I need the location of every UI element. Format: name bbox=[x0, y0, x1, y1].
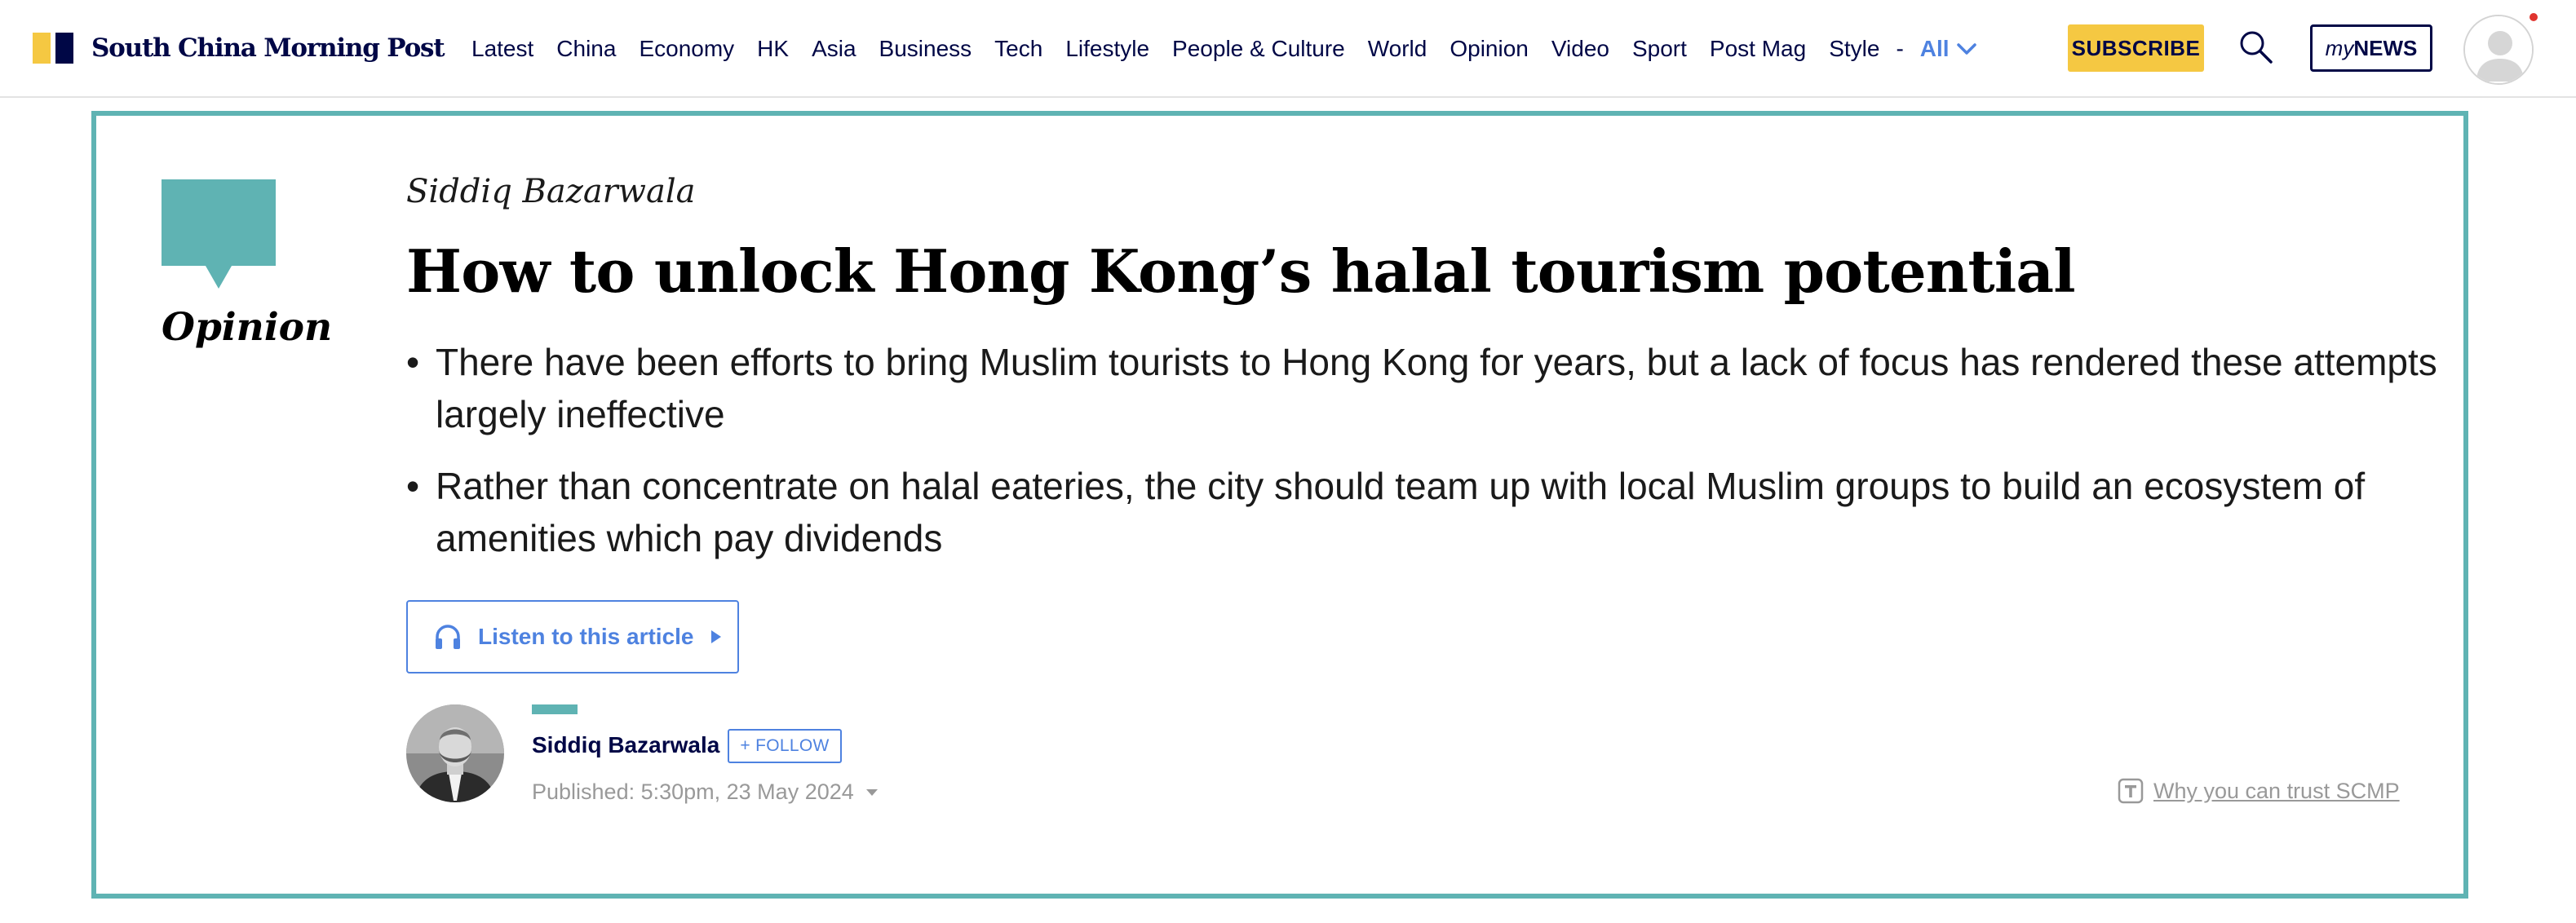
profile-button[interactable] bbox=[2463, 15, 2534, 85]
article-headline: How to unlock Hong Kong’s halal tourism … bbox=[406, 236, 2076, 306]
article-summary: • There have been efforts to bring Musli… bbox=[406, 336, 2478, 584]
nav-item-business[interactable]: Business bbox=[879, 36, 972, 62]
article-header-card: Opinion Siddiq Bazarwala How to unlock H… bbox=[91, 111, 2468, 899]
nav-item-opinion[interactable]: Opinion bbox=[1450, 36, 1529, 62]
summary-bullet: • Rather than concentrate on halal eater… bbox=[406, 460, 2478, 564]
logo-mark-icon bbox=[33, 33, 73, 64]
summary-bullet: • There have been efforts to bring Musli… bbox=[406, 336, 2478, 440]
nav-item-asia[interactable]: Asia bbox=[812, 36, 856, 62]
published-date[interactable]: Published: 5:30pm, 23 May 2024 bbox=[532, 779, 879, 805]
listen-button[interactable]: Listen to this article bbox=[406, 600, 739, 673]
speech-bubble-icon bbox=[162, 179, 276, 289]
nav-item-world[interactable]: World bbox=[1368, 36, 1427, 62]
nav-item-economy[interactable]: Economy bbox=[639, 36, 734, 62]
summary-text: There have been efforts to bring Muslim … bbox=[436, 341, 2437, 435]
trust-label: Why you can trust SCMP bbox=[2153, 778, 2400, 803]
author-avatar[interactable] bbox=[406, 704, 504, 802]
nav-item-video[interactable]: Video bbox=[1551, 36, 1609, 62]
published-label: Published: 5:30pm, 23 May 2024 bbox=[532, 779, 854, 804]
subscribe-button[interactable]: SUBSCRIBE bbox=[2068, 24, 2204, 72]
user-avatar-icon bbox=[2465, 16, 2532, 83]
nav-item-people-culture[interactable]: People & Culture bbox=[1172, 36, 1345, 62]
nav-separator: - bbox=[1896, 36, 1904, 61]
nav-item-style[interactable]: Style bbox=[1829, 36, 1879, 62]
scmp-logo[interactable]: South China Morning Post bbox=[33, 33, 445, 64]
nav-item-post-mag[interactable]: Post Mag bbox=[1710, 36, 1806, 62]
summary-text: Rather than concentrate on halal eaterie… bbox=[436, 465, 2366, 559]
mynews-news-label: NEWS bbox=[2353, 35, 2418, 60]
section-label[interactable]: Opinion bbox=[162, 305, 332, 350]
play-icon bbox=[710, 630, 721, 643]
headphones-icon bbox=[436, 625, 460, 649]
nav-item-china[interactable]: China bbox=[556, 36, 616, 62]
author-byline[interactable]: Siddiq Bazarwala bbox=[406, 173, 696, 210]
nav-item-latest[interactable]: Latest bbox=[471, 36, 533, 62]
main-nav: Latest China Economy HK Asia Business Te… bbox=[471, 33, 1977, 65]
bullet-marker: • bbox=[406, 341, 420, 383]
search-button[interactable] bbox=[2237, 28, 2276, 67]
bullet-marker: • bbox=[406, 465, 420, 507]
notification-dot bbox=[2530, 13, 2538, 21]
nav-all-label: All bbox=[1919, 36, 1950, 61]
nav-item-hk[interactable]: HK bbox=[757, 36, 789, 62]
chevron-down-icon bbox=[1956, 43, 1976, 55]
trust-link[interactable]: Why you can trust SCMP bbox=[2118, 778, 2400, 804]
author-accent-bar bbox=[532, 704, 578, 714]
caret-down-icon bbox=[865, 788, 878, 796]
search-icon bbox=[2240, 31, 2273, 64]
nav-all-menu[interactable]: All bbox=[1920, 36, 1977, 62]
logo-text: South China Morning Post bbox=[91, 33, 445, 63]
trust-badge-icon bbox=[2118, 778, 2144, 804]
mynews-my-label: my bbox=[2325, 35, 2354, 60]
nav-item-sport[interactable]: Sport bbox=[1632, 36, 1687, 62]
author-name[interactable]: Siddiq Bazarwala bbox=[532, 732, 719, 758]
nav-item-tech[interactable]: Tech bbox=[994, 36, 1042, 62]
author-portrait-icon bbox=[406, 704, 504, 802]
site-header: South China Morning Post Latest China Ec… bbox=[0, 0, 2576, 98]
follow-button[interactable]: + FOLLOW bbox=[728, 729, 842, 763]
nav-item-lifestyle[interactable]: Lifestyle bbox=[1065, 36, 1149, 62]
listen-label: Listen to this article bbox=[478, 624, 694, 649]
mynews-button[interactable]: my NEWS bbox=[2310, 24, 2432, 72]
